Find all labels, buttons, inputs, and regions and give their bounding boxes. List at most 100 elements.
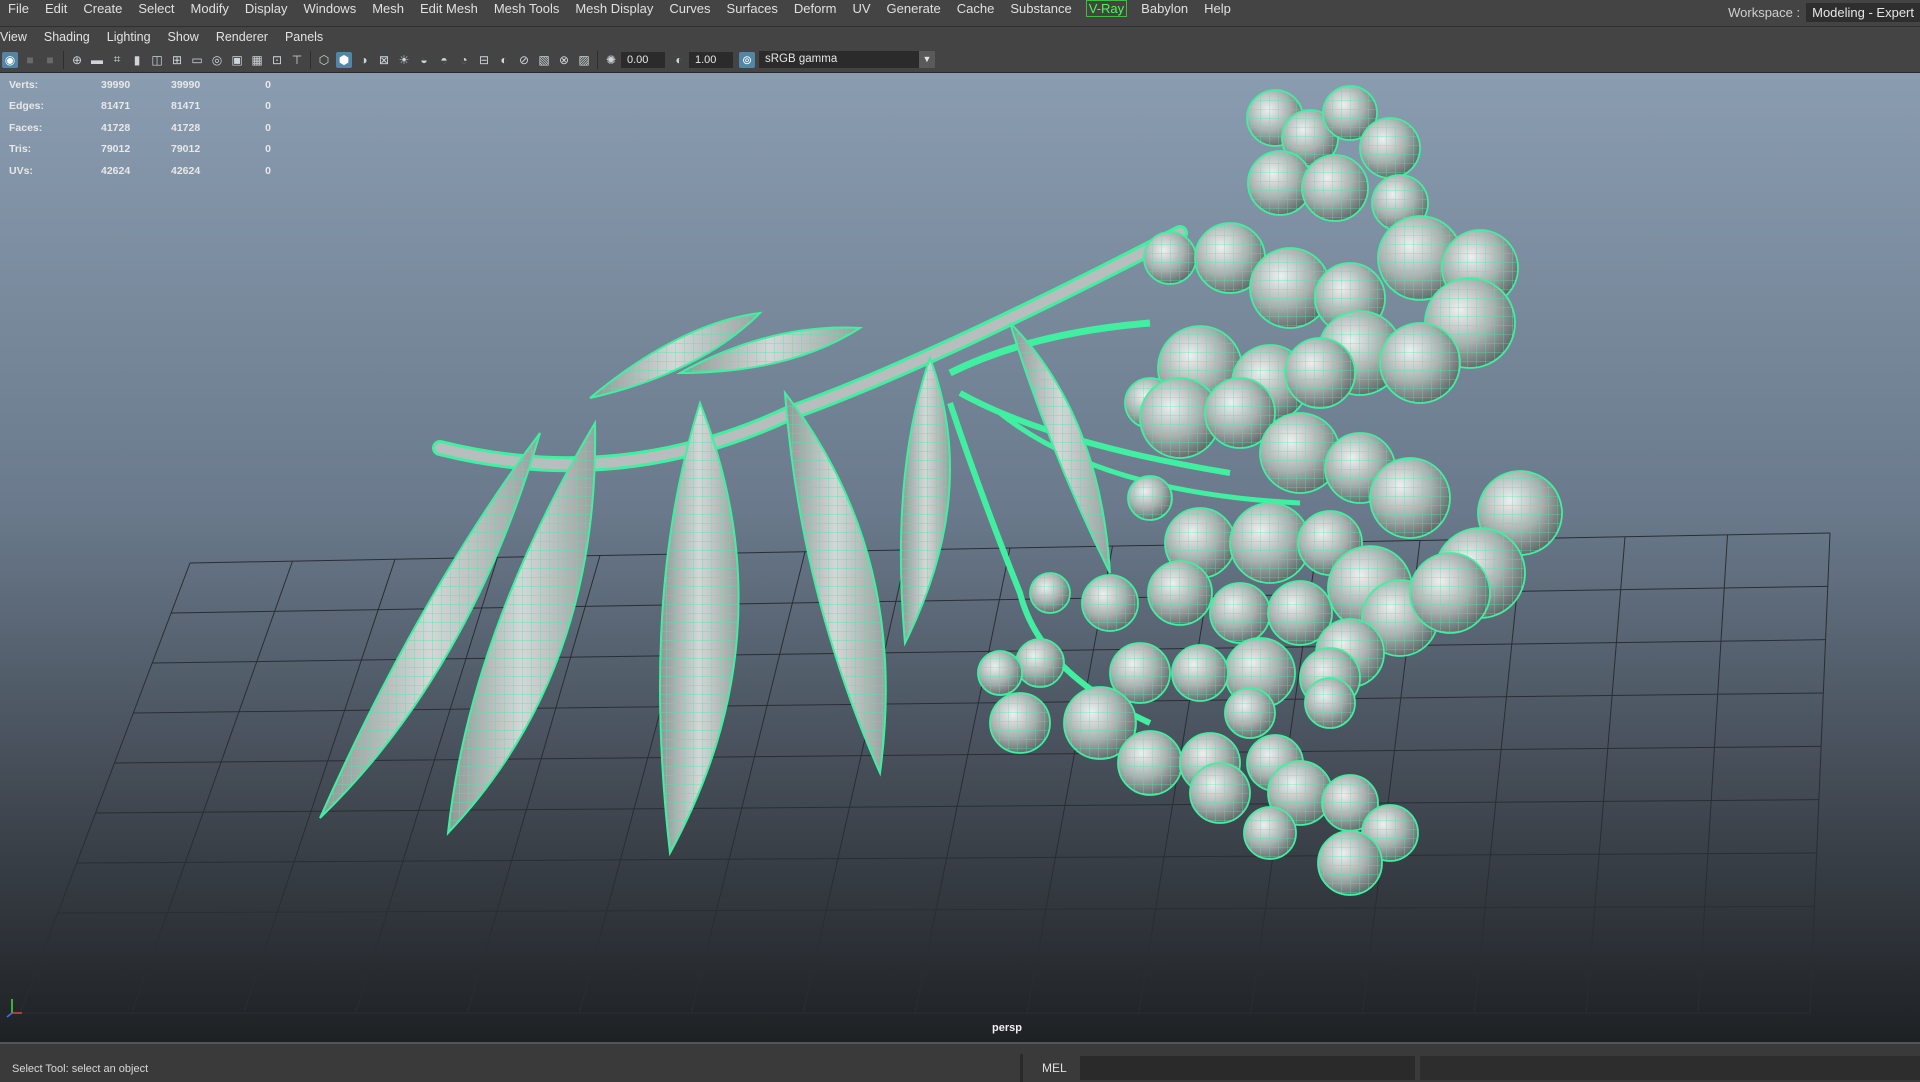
safe-title-icon[interactable]: ⊤ bbox=[289, 52, 305, 68]
berry-wireframe bbox=[1189, 762, 1251, 824]
menu-uv[interactable]: UV bbox=[844, 1, 878, 16]
leaf bbox=[783, 389, 887, 777]
exposure-icon[interactable]: ✺ bbox=[603, 52, 619, 68]
bookmark-icon[interactable]: ▮ bbox=[129, 52, 145, 68]
berry bbox=[1127, 475, 1173, 521]
berry-wireframe bbox=[1359, 117, 1421, 179]
hud-label: Edges: bbox=[9, 100, 45, 113]
berry bbox=[1224, 687, 1276, 739]
film-gate-icon[interactable]: ▭ bbox=[189, 52, 205, 68]
lock-camera-icon[interactable]: ▬ bbox=[89, 52, 105, 68]
menu-babylon[interactable]: Babylon bbox=[1133, 1, 1196, 16]
ground-grid bbox=[19, 532, 1831, 1014]
workspace-value[interactable]: Modeling - Expert bbox=[1806, 2, 1920, 22]
field-chart-icon[interactable]: ▦ bbox=[249, 52, 265, 68]
render-region-icon[interactable]: ■ bbox=[42, 52, 58, 68]
mel-label[interactable]: MEL bbox=[1042, 1061, 1067, 1075]
gate-mask-icon[interactable]: ▣ bbox=[229, 52, 245, 68]
menu-curves[interactable]: Curves bbox=[661, 1, 718, 16]
safe-action-icon[interactable]: ⊡ bbox=[269, 52, 285, 68]
berry bbox=[1304, 677, 1356, 729]
panel-menu-show[interactable]: Show bbox=[158, 27, 206, 47]
workspace-selector[interactable]: Workspace : Modeling - Expert bbox=[1728, 0, 1920, 26]
antialias-icon[interactable]: ⊟ bbox=[476, 52, 492, 68]
gamma-field[interactable]: 1.00 bbox=[689, 51, 733, 68]
color-space-value: sRGB gamma bbox=[765, 53, 838, 65]
menu-surfaces[interactable]: Surfaces bbox=[719, 1, 786, 16]
shadows-icon[interactable]: ◒ bbox=[416, 52, 432, 68]
ipr-icon[interactable]: ■ bbox=[22, 52, 38, 68]
resolution-gate-icon[interactable]: ◎ bbox=[209, 52, 225, 68]
menu-cache[interactable]: Cache bbox=[949, 1, 1003, 16]
command-line-input[interactable] bbox=[1080, 1056, 1415, 1080]
color-space-dropdown[interactable]: sRGB gamma ▼ bbox=[759, 51, 935, 68]
chevron-down-icon[interactable]: ▼ bbox=[919, 51, 935, 68]
menu-mesh-tools[interactable]: Mesh Tools bbox=[486, 1, 568, 16]
motion-blur-icon[interactable]: ◔ bbox=[456, 52, 472, 68]
leaf bbox=[1009, 322, 1111, 574]
berry bbox=[1189, 762, 1251, 824]
textured-icon[interactable]: ⊠ bbox=[376, 52, 392, 68]
color-management-icon[interactable]: ⊚ bbox=[739, 51, 755, 68]
hud-value: 81471 bbox=[101, 100, 131, 113]
grid-icon[interactable]: ⊞ bbox=[169, 52, 185, 68]
leaves bbox=[319, 311, 1111, 857]
berry-wireframe bbox=[1243, 806, 1297, 860]
panel-menu-renderer[interactable]: Renderer bbox=[206, 27, 275, 47]
command-result-field bbox=[1420, 1056, 1920, 1080]
panel-toolbar: ◉ ■ ■ ⊕ ▬ ⌗ ▮ ◫ ⊞ ▭ ◎ ▣ ▦ ⊡ ⊤ ⬡ ⬢ ◑ ⊠ ☀ ◒ ◓ ◔ ⊟ ◐ ⊘ ▧ ⊗ ▨ ✺ 0.00… bbox=[0, 47, 1920, 73]
screen-ao-icon[interactable]: ◓ bbox=[436, 52, 452, 68]
grid-line bbox=[171, 585, 1828, 614]
menu-file[interactable]: File bbox=[0, 1, 37, 16]
berry-wireframe bbox=[1143, 231, 1197, 285]
menu-select[interactable]: Select bbox=[130, 1, 182, 16]
berry bbox=[1301, 154, 1369, 222]
isolate-icon[interactable]: ⊘ bbox=[516, 52, 532, 68]
wireframe-icon[interactable]: ⬡ bbox=[316, 52, 332, 68]
leaf-wireframe bbox=[659, 399, 740, 857]
xray-joints-icon[interactable]: ⊗ bbox=[556, 52, 572, 68]
berry bbox=[1379, 322, 1461, 404]
menu-deform[interactable]: Deform bbox=[786, 1, 845, 16]
menu-help[interactable]: Help bbox=[1196, 1, 1239, 16]
menu-modify[interactable]: Modify bbox=[183, 1, 237, 16]
depth-of-field-icon[interactable]: ◐ bbox=[496, 52, 512, 68]
menu-items: File Edit Create Select Modify Display Windows… bbox=[0, 0, 1239, 26]
vray-view-icon[interactable]: ◉ bbox=[2, 51, 18, 68]
smooth-shade-icon[interactable]: ⬢ bbox=[336, 51, 352, 68]
status-separator bbox=[1020, 1054, 1023, 1082]
berry-wireframe bbox=[1209, 582, 1271, 644]
menu-generate[interactable]: Generate bbox=[879, 1, 949, 16]
shading-icons: ⬡ ⬢ ◑ ⊠ ☀ ◒ ◓ ◔ ⊟ ◐ ⊘ ▧ ⊗ ▨ bbox=[314, 51, 594, 68]
xray-icon[interactable]: ▧ bbox=[536, 52, 552, 68]
toolbar-separator bbox=[310, 50, 311, 69]
menu-mesh-display[interactable]: Mesh Display bbox=[567, 1, 661, 16]
menu-substance[interactable]: Substance bbox=[1002, 1, 1079, 16]
hud-value: 0 bbox=[265, 100, 271, 113]
berry-wireframe bbox=[1409, 552, 1491, 634]
gamma-icon[interactable]: ◐ bbox=[671, 52, 687, 68]
camera-attributes-icon[interactable]: ⌗ bbox=[109, 52, 125, 68]
image-plane-icon[interactable]: ◫ bbox=[149, 52, 165, 68]
menu-v-ray[interactable]: V-Ray bbox=[1085, 0, 1128, 17]
berry bbox=[1284, 337, 1356, 409]
default-material-icon[interactable]: ◑ bbox=[356, 52, 372, 68]
panel-menu-view[interactable]: View bbox=[0, 27, 34, 47]
menu-mesh[interactable]: Mesh bbox=[364, 1, 412, 16]
exposure-field[interactable]: 0.00 bbox=[621, 51, 665, 68]
panel-menu-shading[interactable]: Shading bbox=[34, 27, 97, 47]
hud-row: Tris: 79012 79012 0 bbox=[9, 139, 271, 161]
select-camera-icon[interactable]: ⊕ bbox=[69, 52, 85, 68]
menu-edit[interactable]: Edit bbox=[37, 1, 75, 16]
panel-menu-panels[interactable]: Panels bbox=[275, 27, 330, 47]
perspective-viewport[interactable]: Verts: 39990 39990 0 Edges: 81471 81471 0 Faces:… bbox=[0, 73, 1920, 1042]
panel-menu-lighting[interactable]: Lighting bbox=[97, 27, 158, 47]
hud-row: UVs: 42624 42624 0 bbox=[9, 160, 271, 182]
menu-windows[interactable]: Windows bbox=[295, 1, 364, 16]
use-lights-icon[interactable]: ☀ bbox=[396, 52, 412, 68]
backface-icon[interactable]: ▨ bbox=[576, 52, 592, 68]
menu-display[interactable]: Display bbox=[237, 1, 296, 16]
hud-label: Verts: bbox=[9, 78, 39, 91]
menu-create[interactable]: Create bbox=[75, 1, 130, 16]
menu-edit-mesh[interactable]: Edit Mesh bbox=[412, 1, 486, 16]
